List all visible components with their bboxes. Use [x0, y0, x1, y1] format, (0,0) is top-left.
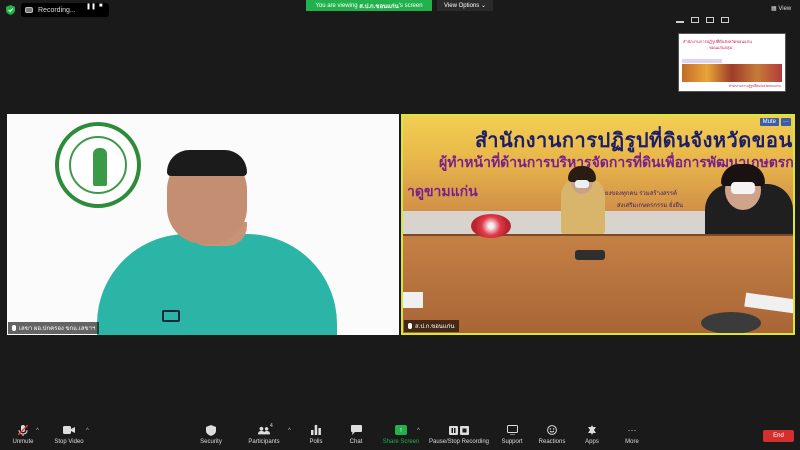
security-shield-icon — [205, 424, 217, 436]
share-screen-label: Share Screen — [382, 439, 420, 445]
share-options-chevron-icon[interactable]: ^ — [417, 428, 420, 434]
more-dots-icon: ··· — [627, 425, 637, 435]
mic-icon — [408, 323, 412, 329]
chat-bubble-icon — [350, 425, 362, 435]
stop-recording-icon[interactable]: ■ — [99, 3, 103, 9]
apps-icon — [586, 425, 598, 435]
chat-label: Chat — [349, 439, 363, 445]
conference-speaker — [701, 312, 761, 333]
support-icon — [506, 425, 518, 435]
share-arrow-icon: ↑ — [395, 425, 407, 435]
mic-muted-icon — [17, 424, 29, 436]
video-options-chevron-icon[interactable]: ^ — [86, 428, 89, 434]
paper-sheet — [403, 292, 423, 308]
speaker-layout-icon[interactable] — [706, 17, 714, 23]
grid-icon: ▦ — [771, 6, 777, 12]
more-options-button[interactable]: ··· — [781, 118, 791, 126]
face-mask — [731, 182, 755, 194]
end-meeting-button[interactable]: End — [763, 430, 794, 442]
seal-logo — [55, 122, 141, 208]
participant-hair — [167, 150, 247, 176]
participant-name-tag: เลขา ผอ.ปกครอง ขกแ.เลขาฯ — [8, 322, 100, 334]
thumbnail-caption: สำนักงานการปฏิรูปที่ดินจังหวัดขอนแก่น — [729, 84, 781, 88]
stop-video-button[interactable]: Stop Video — [39, 425, 99, 445]
participant-name-tag: ส.ป.ก.ขอนแก่น — [404, 320, 459, 332]
support-label: Support — [501, 439, 523, 445]
mute-participant-button[interactable]: Mute — [759, 118, 779, 126]
pause-stop-recording-label: Pause/Stop Recording — [428, 439, 490, 445]
smiley-icon — [546, 425, 558, 435]
desk-microphone — [575, 250, 605, 260]
stop-video-label: Stop Video — [54, 439, 84, 445]
shirt-logo — [162, 310, 180, 322]
participant-name: เลขา ผอ.ปกครอง ขกแ.เลขาฯ — [19, 326, 96, 332]
pause-recording-icon[interactable]: ❚❚ — [86, 3, 96, 10]
view-options-label: View Options — [444, 2, 480, 9]
security-button[interactable]: Security — [181, 424, 241, 445]
apps-label: Apps — [585, 439, 599, 445]
share-screen-button[interactable]: ↑ Share Screen — [371, 425, 431, 445]
thumbnail-label-bar — [682, 59, 722, 63]
zoom-meeting-window: Recording... ❚❚ ■ You are viewing ส.ป.ก.… — [0, 0, 800, 450]
gallery-layout-icon[interactable] — [721, 17, 729, 23]
participants-icon — [258, 425, 270, 435]
banner-small-text-2: ส่งเสริมเกษตรกรรม ยั่งยืน — [617, 203, 684, 209]
layout-switcher — [676, 17, 729, 23]
recording-cloud-icon — [25, 7, 33, 13]
security-label: Security — [200, 439, 222, 445]
participant-shirt — [97, 234, 337, 335]
pause-stop-icon — [449, 425, 469, 435]
viewing-suffix: 's screen — [398, 2, 423, 9]
strip-layout-icon[interactable] — [691, 17, 699, 23]
more-button[interactable]: ··· More — [602, 425, 662, 445]
participants-label: Participants — [248, 439, 280, 445]
view-button[interactable]: ▦ View — [771, 5, 791, 12]
seal-figure — [93, 148, 107, 186]
flower-arrangement — [471, 214, 511, 238]
more-label: More — [625, 439, 639, 445]
thumbnail-photo-strip — [682, 64, 782, 82]
viewing-name: ส.ป.ก.ขอนแก่น — [359, 3, 399, 10]
face-mask — [575, 180, 589, 188]
pause-stop-recording-button[interactable]: Pause/Stop Recording — [429, 425, 489, 445]
view-options-button[interactable]: View Options ⌄ — [437, 0, 493, 11]
view-label: View — [778, 6, 792, 12]
thumbnail-subtitle: ขอนแก่นกลุ่ม — [709, 45, 733, 50]
minimize-layout-icon[interactable] — [676, 21, 684, 23]
shield-icon[interactable] — [6, 5, 15, 15]
seal-ring — [69, 136, 127, 194]
viewing-prefix: You are viewing — [315, 2, 358, 9]
video-tile-right[interactable]: สำนักงานการปฏิรูปที่ดินจังหวัดขอนแก่น ผู… — [401, 114, 795, 335]
mic-icon — [12, 325, 16, 331]
polls-label: Polls — [309, 439, 323, 445]
banner-small-text-1: เสียงของทุกคน ร่วมสร้างสรรค์ — [599, 191, 678, 197]
banner-left-text: าดูขามแก่น — [407, 183, 478, 199]
recording-label: Recording... — [38, 6, 76, 14]
participant-name: ส.ป.ก.ขอนแก่น — [415, 324, 455, 330]
shared-screen-thumbnail[interactable]: สำนักงานการปฏิรูปที่ดินจังหวัดขอนแก่น ขอ… — [678, 33, 786, 92]
chevron-down-icon: ⌄ — [480, 3, 486, 9]
meeting-toolbar: Unmute ^ Stop Video ^ Security 4 Partici… — [0, 419, 800, 450]
viewing-banner: You are viewing ส.ป.ก.ขอนแก่น's screen — [306, 0, 432, 11]
participants-count-badge: 4 — [270, 423, 273, 429]
bar-chart-icon — [310, 425, 322, 435]
video-camera-icon — [63, 425, 75, 435]
video-tile-left[interactable]: เลขา ผอ.ปกครอง ขกแ.เลขาฯ — [7, 114, 399, 335]
unmute-label: Unmute — [12, 439, 34, 445]
participants-button[interactable]: 4 Participants — [234, 423, 294, 445]
